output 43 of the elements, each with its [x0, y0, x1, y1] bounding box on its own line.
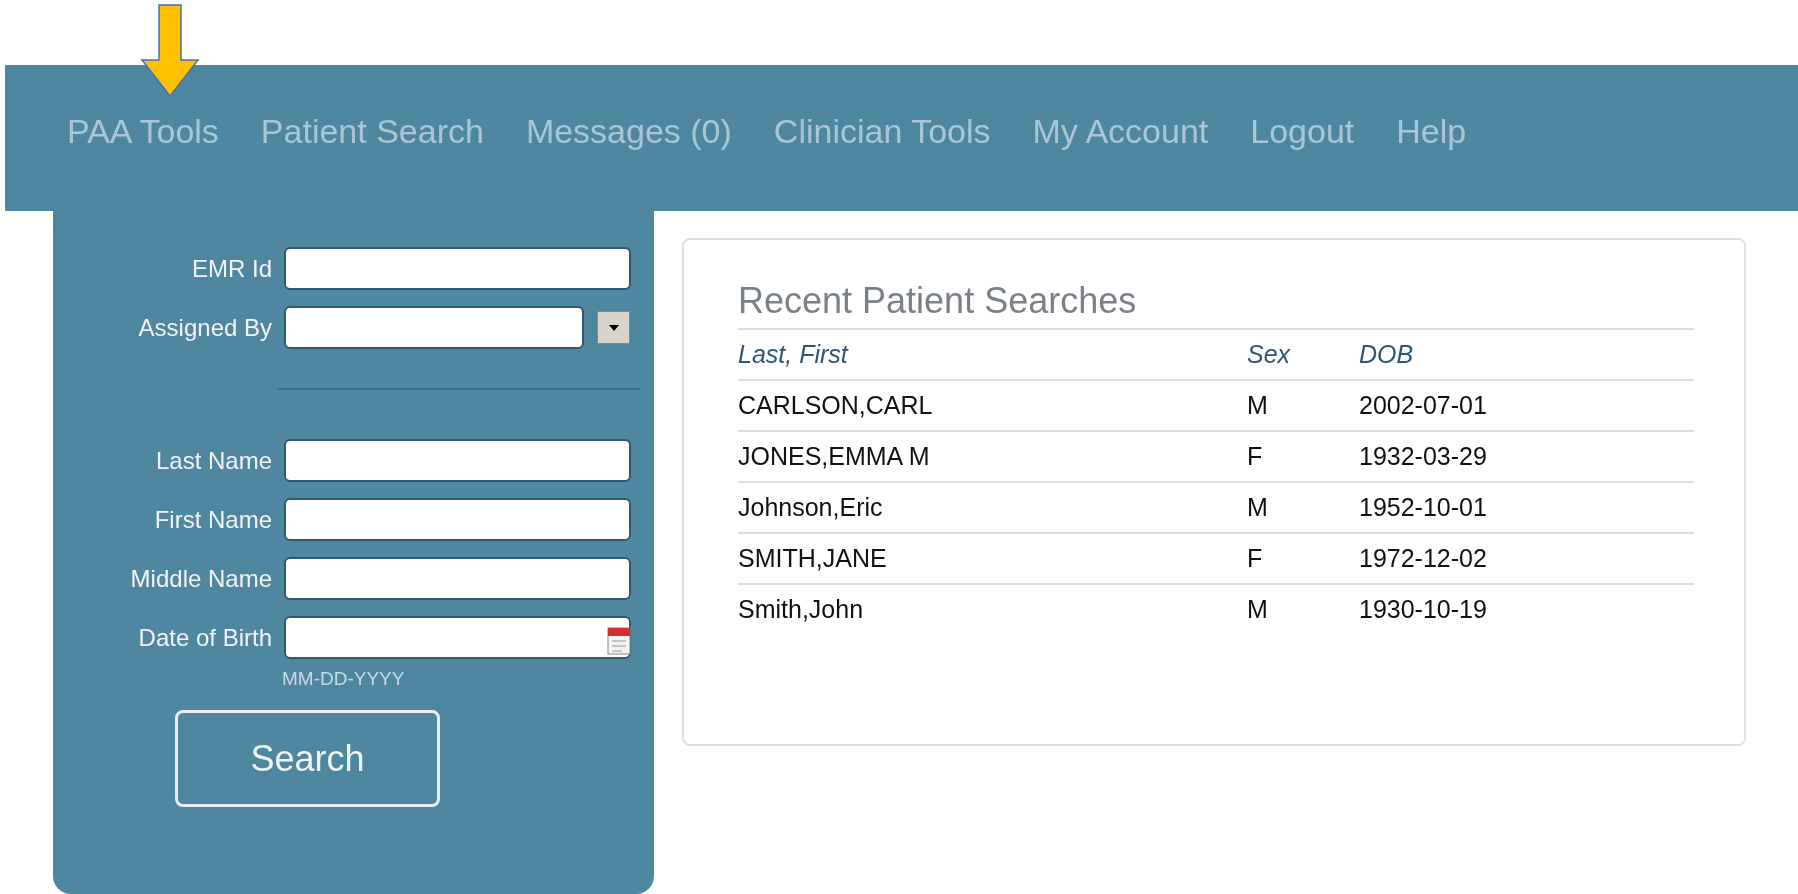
column-header[interactable]: Last, First: [738, 329, 1247, 380]
nav-link[interactable]: PAA Tools: [67, 111, 219, 151]
table-cell: 1952-10-01: [1359, 482, 1694, 533]
field-label: Middle Name: [129, 564, 273, 593]
table-cell: CARLSON,CARL: [738, 380, 1247, 431]
nav-link[interactable]: Patient Search: [260, 111, 484, 151]
table-cell: JONES,EMMA M: [738, 431, 1247, 482]
table-cell: 1930-10-19: [1359, 584, 1694, 634]
format-hint: MM-DD-YYYY: [282, 668, 405, 689]
dropdown-button[interactable]: [597, 311, 630, 344]
caret-icon: [607, 323, 620, 332]
column-header[interactable]: DOB: [1359, 329, 1694, 380]
nav-link[interactable]: Logout: [1250, 111, 1355, 151]
nav-link[interactable]: Messages (0): [525, 111, 732, 151]
dropdown-field[interactable]: [284, 306, 584, 349]
nav-link[interactable]: My Account: [1032, 111, 1209, 151]
table-cell: Smith,John: [738, 584, 1247, 634]
field-label: First Name: [153, 505, 273, 534]
table-cell: 2002-07-01: [1359, 380, 1694, 431]
search-button[interactable]: Search: [175, 710, 440, 807]
calendar-icon[interactable]: [607, 626, 633, 656]
card-title: Recent Patient Searches: [738, 280, 1138, 322]
field-label: Date of Birth: [137, 623, 273, 652]
field-label: EMR Id: [191, 254, 273, 283]
input-field[interactable]: [284, 557, 631, 600]
input-field[interactable]: [284, 498, 631, 541]
column-header[interactable]: Sex: [1247, 329, 1359, 380]
table-cell: M: [1247, 584, 1359, 634]
nav-link[interactable]: Clinician Tools: [773, 111, 991, 151]
table-cell: M: [1247, 482, 1359, 533]
table-cell: SMITH,JANE: [738, 533, 1247, 584]
table-cell: F: [1247, 533, 1359, 584]
field-label: Last Name: [154, 446, 273, 475]
table-cell: Johnson,Eric: [738, 482, 1247, 533]
input-field[interactable]: [284, 247, 631, 290]
table-cell: 1932-03-29: [1359, 431, 1694, 482]
field-label: Assigned By: [137, 313, 273, 342]
table-cell: F: [1247, 431, 1359, 482]
table-cell: M: [1247, 380, 1359, 431]
date-field[interactable]: [284, 616, 631, 659]
input-field[interactable]: [284, 439, 631, 482]
table-cell: 1972-12-02: [1359, 533, 1694, 584]
nav-link[interactable]: Help: [1396, 111, 1467, 151]
